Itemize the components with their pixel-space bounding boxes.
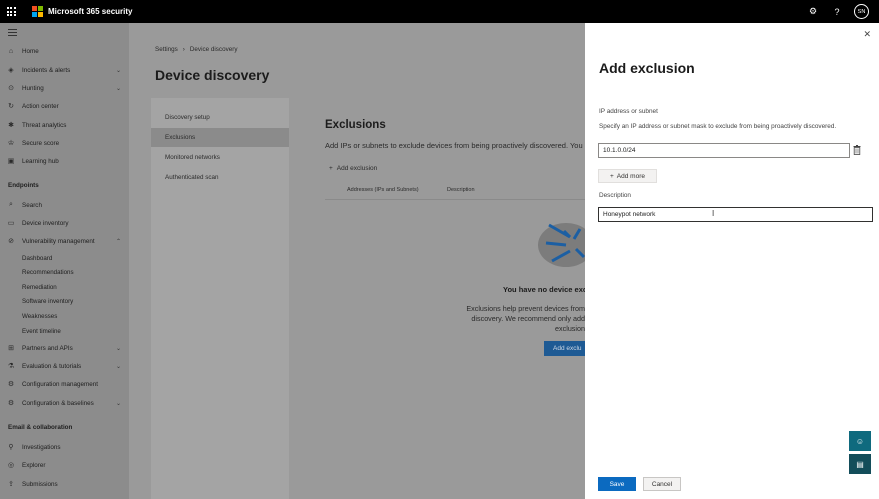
nav-item-explorer[interactable]: ◎ Explorer [0, 458, 129, 472]
config-icon: ⚙ [7, 381, 15, 388]
avatar[interactable]: SN [854, 4, 869, 19]
nav-item-device-inventory[interactable]: ▭ Device inventory [0, 216, 129, 230]
app-title[interactable]: Microsoft 365 security [48, 7, 132, 16]
baselines-icon: ⚙ [7, 400, 15, 407]
nav-sub-software-inventory[interactable]: Software inventory [22, 298, 73, 305]
description-input[interactable] [598, 207, 873, 222]
ip-address-input[interactable] [598, 143, 850, 158]
settings-gear-icon[interactable]: ⚙ [806, 6, 820, 17]
nav-sub-recommendations[interactable]: Recommendations [22, 269, 74, 276]
nav-item-learning-hub[interactable]: ▣ Learning hub [0, 154, 129, 168]
chevron-right-icon: › [182, 46, 185, 53]
nav-sub-weaknesses[interactable]: Weaknesses [22, 313, 57, 320]
chevron-down-icon: ⌄ [115, 67, 121, 74]
investigations-icon: ⚲ [8, 444, 14, 451]
empty-state-title: You have no device exclu [503, 285, 594, 294]
add-more-button[interactable]: + Add more [598, 169, 657, 183]
submissions-icon: ⇪ [8, 481, 14, 488]
hamburger-menu-icon[interactable] [8, 29, 17, 38]
breadcrumb: Settings › Device discovery [155, 46, 237, 53]
nav-item-vulnerability-management[interactable]: ⊘ Vulnerability management ⌃ [0, 234, 129, 248]
tab-monitored-networks[interactable]: Monitored networks [151, 148, 289, 167]
app-launcher-icon[interactable] [0, 0, 22, 23]
nav-sub-event-timeline[interactable]: Event timeline [22, 328, 61, 335]
explorer-icon: ◎ [7, 462, 15, 469]
chevron-down-icon: ⌄ [115, 400, 121, 407]
column-header-addresses[interactable]: Addresses (IPs and Subnets) [347, 187, 419, 193]
nav-item-evaluation[interactable]: ⚗ Evaluation & tutorials ⌄ [0, 359, 129, 373]
hunting-icon: ⊙ [8, 85, 14, 92]
nav-section-email: Email & collaboration [8, 424, 73, 431]
microsoft-logo-icon [32, 6, 43, 17]
nav-item-secure-score[interactable]: ♔ Secure score [0, 136, 129, 150]
threat-icon: ✱ [8, 122, 14, 129]
column-header-description[interactable]: Description [447, 187, 475, 193]
description-field-label: Description [599, 192, 631, 199]
add-exclusion-flyout: ✕ Add exclusion IP address or subnet Spe… [585, 23, 879, 499]
nav-item-submissions[interactable]: ⇪ Submissions [0, 477, 129, 491]
nav-section-endpoints: Endpoints [8, 182, 39, 189]
shield-icon: ◈ [8, 67, 14, 74]
evaluation-icon: ⚗ [7, 363, 15, 370]
trophy-icon: ♔ [7, 140, 15, 147]
nav-sub-remediation[interactable]: Remediation [22, 284, 57, 291]
main-content: Settings › Device discovery Device disco… [129, 23, 594, 499]
top-bar: Microsoft 365 security ⚙ ? SN [0, 0, 879, 23]
text-cursor-icon: I [712, 209, 715, 218]
chevron-down-icon: ⌄ [115, 363, 121, 370]
nav-item-incidents[interactable]: ◈ Incidents & alerts ⌄ [0, 63, 129, 77]
vuln-icon: ⊘ [8, 238, 14, 245]
flyout-title: Add exclusion [599, 60, 695, 76]
settings-tabs: Discovery setup Exclusions Monitored net… [151, 98, 289, 499]
tab-authenticated-scan[interactable]: Authenticated scan [151, 168, 289, 187]
breadcrumb-settings[interactable]: Settings [155, 46, 178, 53]
close-icon[interactable]: ✕ [863, 29, 871, 40]
nav-item-investigations[interactable]: ⚲ Investigations [0, 440, 129, 454]
tab-discovery-setup[interactable]: Discovery setup [151, 108, 289, 127]
nav-item-config-baselines[interactable]: ⚙ Configuration & baselines ⌄ [0, 396, 129, 410]
ip-field-hint: Specify an IP address or subnet mask to … [599, 123, 837, 130]
divider [325, 199, 585, 200]
nav-item-search[interactable]: ⌕ Search [0, 198, 129, 212]
plus-icon: + [610, 172, 614, 180]
chevron-down-icon: ⌄ [115, 85, 121, 92]
nav-sub-dashboard[interactable]: Dashboard [22, 255, 52, 262]
help-chat-icon[interactable]: ☺ [849, 431, 871, 451]
home-icon: ⌂ [8, 47, 14, 55]
search-icon: ⌕ [9, 201, 13, 208]
add-exclusion-link[interactable]: + Add exclusion [329, 165, 377, 172]
empty-state-description: Exclusions help prevent devices from dis… [466, 304, 585, 333]
breadcrumb-device-discovery[interactable]: Device discovery [190, 46, 238, 53]
nav-item-action-center[interactable]: ↻ Action center [0, 99, 129, 113]
save-button[interactable]: Save [598, 477, 636, 491]
nav-item-hunting[interactable]: ⊙ Hunting ⌄ [0, 81, 129, 95]
chevron-down-icon: ⌄ [115, 345, 121, 352]
left-nav: ⌂ Home ◈ Incidents & alerts ⌄ ⊙ Hunting ⌄ ↻ Ac… [0, 23, 129, 499]
plus-icon: + [329, 165, 333, 172]
nav-item-home[interactable]: ⌂ Home [0, 44, 129, 58]
help-icon[interactable]: ? [830, 7, 844, 17]
page-title: Device discovery [155, 67, 270, 83]
exclusions-description: Add IPs or subnets to exclude devices fr… [325, 141, 593, 150]
empty-state-add-exclusion-button[interactable]: Add exclu [544, 341, 585, 356]
partners-icon: ⊞ [8, 345, 14, 352]
tab-exclusions[interactable]: Exclusions [151, 128, 289, 147]
learning-icon: ▣ [7, 158, 15, 165]
feedback-icon[interactable]: ▤ [849, 454, 871, 474]
cancel-button[interactable]: Cancel [643, 477, 681, 491]
nav-item-config-management[interactable]: ⚙ Configuration management [0, 377, 129, 391]
nav-item-threat-analytics[interactable]: ✱ Threat analytics [0, 118, 129, 132]
delete-trash-icon[interactable] [853, 145, 861, 155]
exclusions-title: Exclusions [325, 119, 386, 131]
device-icon: ▭ [7, 220, 15, 227]
nav-item-partners-apis[interactable]: ⊞ Partners and APIs ⌄ [0, 341, 129, 355]
action-center-icon: ↻ [8, 103, 14, 110]
ip-field-label: IP address or subnet [599, 108, 658, 115]
chevron-up-icon: ⌃ [115, 238, 121, 245]
